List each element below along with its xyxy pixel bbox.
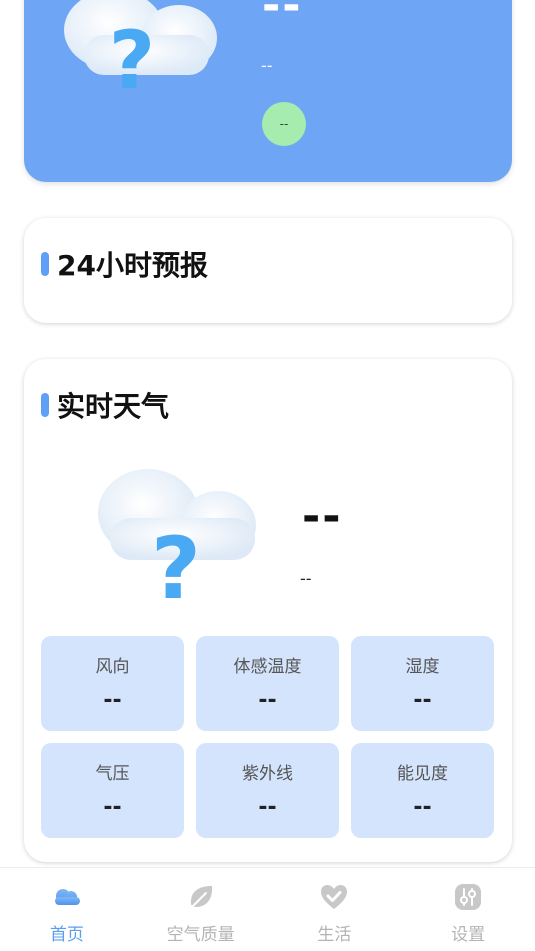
title-accent-bar xyxy=(41,252,49,276)
realtime-section-title: 实时天气 xyxy=(41,385,169,425)
metric-label: 气压 xyxy=(95,764,130,784)
metric-label: 紫外线 xyxy=(242,764,293,784)
forecast-card: 24小时预报 xyxy=(24,218,512,323)
metric-value: -- xyxy=(103,688,122,713)
metric-wind-direction: 风向 -- xyxy=(41,636,184,731)
nav-label: 首页 xyxy=(49,925,84,945)
svg-text:?: ? xyxy=(151,519,201,613)
forecast-title: 24小时预报 xyxy=(57,249,208,282)
leaf-icon xyxy=(190,886,212,907)
metric-label: 风向 xyxy=(95,657,130,677)
cloud-icon xyxy=(54,889,80,905)
nav-item-air-quality[interactable]: 空气质量 xyxy=(134,868,268,951)
metric-uv-index: 紫外线 -- xyxy=(196,743,339,838)
sliders-icon xyxy=(455,884,482,910)
forecast-section-title: 24小时预报 xyxy=(41,244,208,284)
unknown-weather-icon: ? xyxy=(98,469,256,613)
metric-value: -- xyxy=(258,688,277,713)
weather-metrics-grid: 风向 -- 体感温度 -- 湿度 -- 气压 -- 紫外线 -- 能见度 -- xyxy=(41,636,494,838)
realtime-weather-card: 实时天气 ? -- -- 风向 -- 体感温度 -- 湿度 -- 气压 -- 紫… xyxy=(24,359,512,862)
current-description: -- xyxy=(261,56,273,75)
metric-value: -- xyxy=(103,795,122,820)
current-temperature: -- xyxy=(262,0,303,31)
metric-label: 体感温度 xyxy=(233,657,302,677)
realtime-title: 实时天气 xyxy=(57,390,170,423)
bottom-navigation: 首页 空气质量 生活 设置 xyxy=(0,867,535,951)
nav-label: 生活 xyxy=(317,925,352,945)
metric-label: 湿度 xyxy=(405,657,440,677)
aqi-badge[interactable]: -- xyxy=(262,102,306,146)
unknown-weather-icon: ? xyxy=(64,0,217,107)
nav-label: 设置 xyxy=(451,925,486,945)
nav-label: 空气质量 xyxy=(166,925,235,945)
heart-check-icon xyxy=(321,885,348,909)
metric-value: -- xyxy=(413,795,432,820)
nav-item-settings[interactable]: 设置 xyxy=(401,868,535,951)
metric-value: -- xyxy=(413,688,432,713)
nav-item-home[interactable]: 首页 xyxy=(0,868,134,951)
nav-item-life[interactable]: 生活 xyxy=(268,868,402,951)
svg-text:?: ? xyxy=(109,14,155,107)
metric-label: 能见度 xyxy=(397,764,448,784)
realtime-temperature: -- xyxy=(302,491,343,542)
realtime-description: -- xyxy=(300,569,312,588)
metric-visibility: 能见度 -- xyxy=(351,743,494,838)
current-weather-card: ? -- -- -- xyxy=(24,0,512,182)
metric-feels-like: 体感温度 -- xyxy=(196,636,339,731)
metric-pressure: 气压 -- xyxy=(41,743,184,838)
title-accent-bar xyxy=(41,393,49,417)
metric-humidity: 湿度 -- xyxy=(351,636,494,731)
metric-value: -- xyxy=(258,795,277,820)
